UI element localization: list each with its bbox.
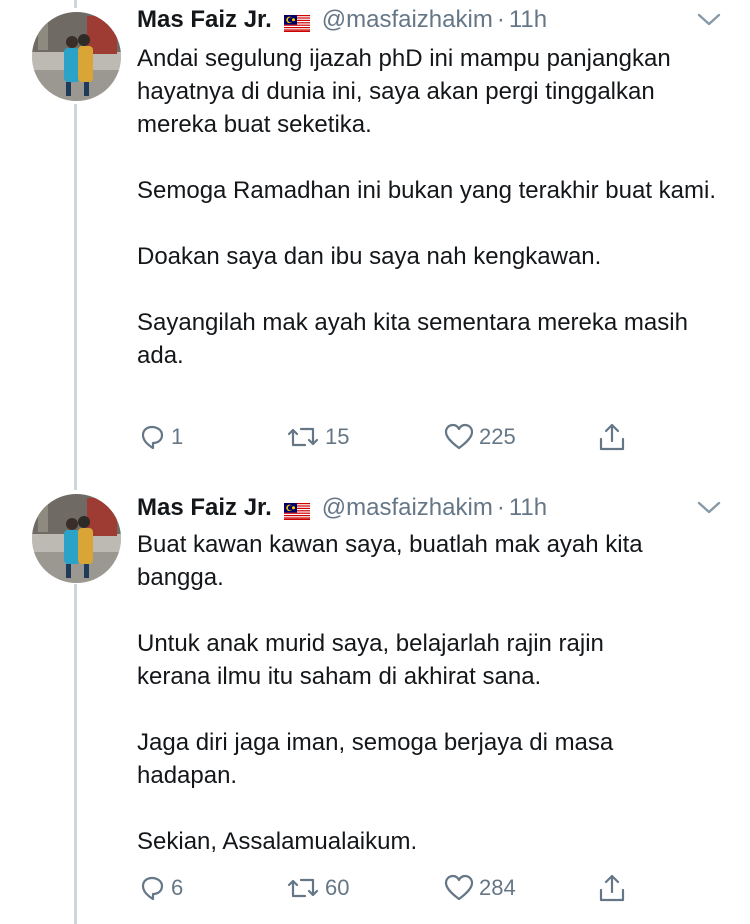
reply-button[interactable]: 6 — [137, 871, 183, 905]
reply-button[interactable]: 1 — [137, 420, 183, 454]
chevron-down-icon[interactable] — [695, 10, 723, 30]
author-name[interactable]: Mas Faiz Jr. — [137, 6, 272, 34]
retweet-button[interactable]: 15 — [285, 420, 349, 454]
author-name[interactable]: Mas Faiz Jr. — [137, 494, 272, 522]
share-button[interactable] — [597, 420, 627, 454]
reply-count: 1 — [171, 424, 184, 449]
like-count: 225 — [479, 424, 516, 449]
reply-icon — [137, 873, 167, 903]
tweet-paragraph: Sekian, Assalamualaikum. — [137, 828, 418, 855]
timestamp[interactable]: 11h — [509, 494, 547, 522]
like-button[interactable]: 284 — [443, 871, 516, 905]
author-handle[interactable]: @masfaizhakim — [322, 6, 493, 34]
retweet-icon — [285, 873, 321, 903]
retweet-icon — [285, 422, 321, 452]
tweet[interactable]: Mas Faiz Jr. @masfaizhakim · 11h — [0, 0, 750, 470]
tweet[interactable]: Mas Faiz Jr. @masfaizhakim · 11h — [0, 482, 750, 924]
heart-icon — [443, 873, 475, 903]
tweet-header: Mas Faiz Jr. @masfaizhakim · 11h — [137, 490, 547, 526]
tweet-paragraph: Semoga Ramadhan ini bukan yang terakhir … — [137, 177, 716, 204]
tweet-paragraph: Jaga diri jaga iman, semoga berjaya di m… — [137, 729, 614, 789]
retweet-count: 15 — [325, 424, 350, 449]
like-count: 284 — [479, 875, 516, 900]
separator: · — [496, 6, 505, 33]
share-button[interactable] — [597, 871, 627, 905]
malaysia-flag-icon — [283, 499, 310, 520]
tweet-paragraph: Sayangilah mak ayah kita sementara merek… — [137, 309, 688, 369]
tweet-text: Buat kawan kawan saya, buatlah mak ayah … — [137, 528, 727, 858]
share-icon — [597, 872, 627, 904]
heart-icon — [443, 422, 475, 452]
reply-icon — [137, 422, 167, 452]
tweet-actions: 6 60 284 — [137, 871, 737, 905]
avatar[interactable] — [32, 494, 121, 583]
chevron-down-icon[interactable] — [695, 498, 723, 518]
tweet-text: Andai segulung ijazah phD ini mampu panj… — [137, 42, 727, 372]
like-button[interactable]: 225 — [443, 420, 516, 454]
separator: · — [496, 494, 505, 521]
malaysia-flag-icon — [283, 11, 310, 32]
tweet-paragraph: Doakan saya dan ibu saya nah kengkawan. — [137, 243, 602, 270]
retweet-count: 60 — [325, 875, 350, 900]
avatar[interactable] — [32, 12, 121, 101]
author-handle[interactable]: @masfaizhakim — [322, 494, 493, 522]
share-icon — [597, 421, 627, 453]
retweet-button[interactable]: 60 — [285, 871, 349, 905]
timestamp[interactable]: 11h — [509, 6, 547, 34]
reply-count: 6 — [171, 875, 184, 900]
tweet-paragraph: Untuk anak murid saya, belajarlah rajin … — [137, 630, 604, 690]
tweet-paragraph: Andai segulung ijazah phD ini mampu panj… — [137, 45, 671, 138]
tweet-actions: 1 15 225 — [137, 420, 737, 454]
tweet-header: Mas Faiz Jr. @masfaizhakim · 11h — [137, 2, 547, 38]
tweet-paragraph: Buat kawan kawan saya, buatlah mak ayah … — [137, 531, 643, 591]
